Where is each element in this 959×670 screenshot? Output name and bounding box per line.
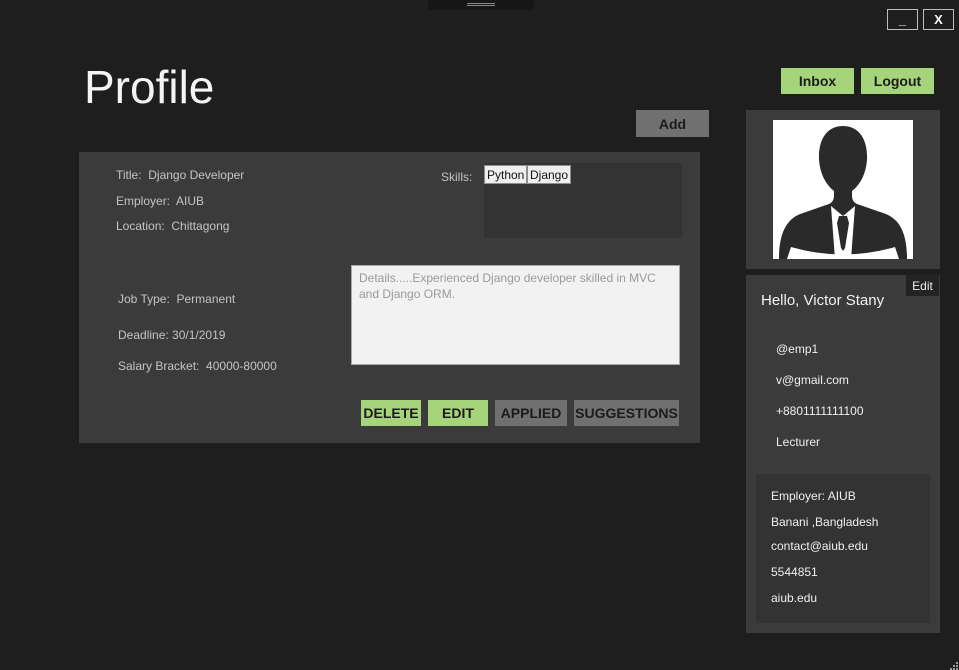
job-type-row: Job Type: Permanent	[118, 292, 235, 306]
logout-button[interactable]: Logout	[861, 68, 934, 94]
employer-name: Employer: AIUB	[771, 489, 856, 503]
job-type-label: Job Type:	[118, 292, 170, 306]
edit-profile-button[interactable]: Edit	[906, 275, 939, 296]
email: v@gmail.com	[776, 373, 849, 387]
employer-email: contact@aiub.edu	[771, 539, 868, 553]
employer-address: Banani ,Bangladesh	[771, 515, 879, 529]
page-title: Profile	[84, 61, 215, 113]
job-title-label: Title:	[116, 168, 142, 182]
avatar	[773, 120, 913, 259]
skills-label: Skills:	[441, 170, 473, 184]
phone: +8801111111100	[776, 404, 864, 418]
edit-job-button[interactable]: EDIT	[428, 400, 488, 426]
delete-button[interactable]: DELETE	[361, 400, 421, 426]
job-employer-row: Employer: AIUB	[116, 194, 204, 208]
job-location-label: Location:	[116, 219, 165, 233]
job-location-row: Location: Chittagong	[116, 219, 229, 233]
salary-value: 40000-80000	[206, 359, 277, 373]
user-silhouette-icon	[779, 126, 907, 259]
salary-row: Salary Bracket: 40000-80000	[118, 359, 277, 373]
window-drag-handle[interactable]	[428, 0, 534, 10]
skill-tag[interactable]: Python	[484, 165, 528, 184]
job-details-textarea[interactable]: Details.....Experienced Django developer…	[351, 265, 680, 365]
job-title-row: Title: Django Developer	[116, 168, 244, 182]
close-button[interactable]: X	[923, 9, 954, 30]
employer-phone: 5544851	[771, 565, 818, 579]
designation: Lecturer	[776, 435, 821, 449]
inbox-button[interactable]: Inbox	[781, 68, 854, 94]
username: @emp1	[776, 342, 819, 356]
job-location-value: Chittagong	[171, 219, 230, 233]
suggestions-button[interactable]: SUGGESTIONS	[574, 400, 679, 426]
greeting: Hello, Victor Stany	[761, 292, 885, 309]
skill-tag[interactable]: Django	[527, 165, 572, 184]
minimize-button[interactable]: _	[887, 9, 918, 30]
job-type-value: Permanent	[176, 292, 236, 306]
job-title-value: Django Developer	[148, 168, 245, 182]
deadline-label: Deadline:	[118, 328, 169, 342]
deadline-row: Deadline: 30/1/2019	[118, 328, 225, 342]
employer-website: aiub.edu	[771, 591, 818, 605]
add-job-button[interactable]: Add	[636, 110, 709, 137]
applied-button[interactable]: APPLIED	[495, 400, 567, 426]
deadline-value: 30/1/2019	[172, 328, 226, 342]
salary-label: Salary Bracket:	[118, 359, 200, 373]
job-employer-value: AIUB	[176, 194, 205, 208]
resize-grip-icon[interactable]	[948, 659, 958, 670]
job-employer-label: Employer:	[116, 194, 171, 208]
